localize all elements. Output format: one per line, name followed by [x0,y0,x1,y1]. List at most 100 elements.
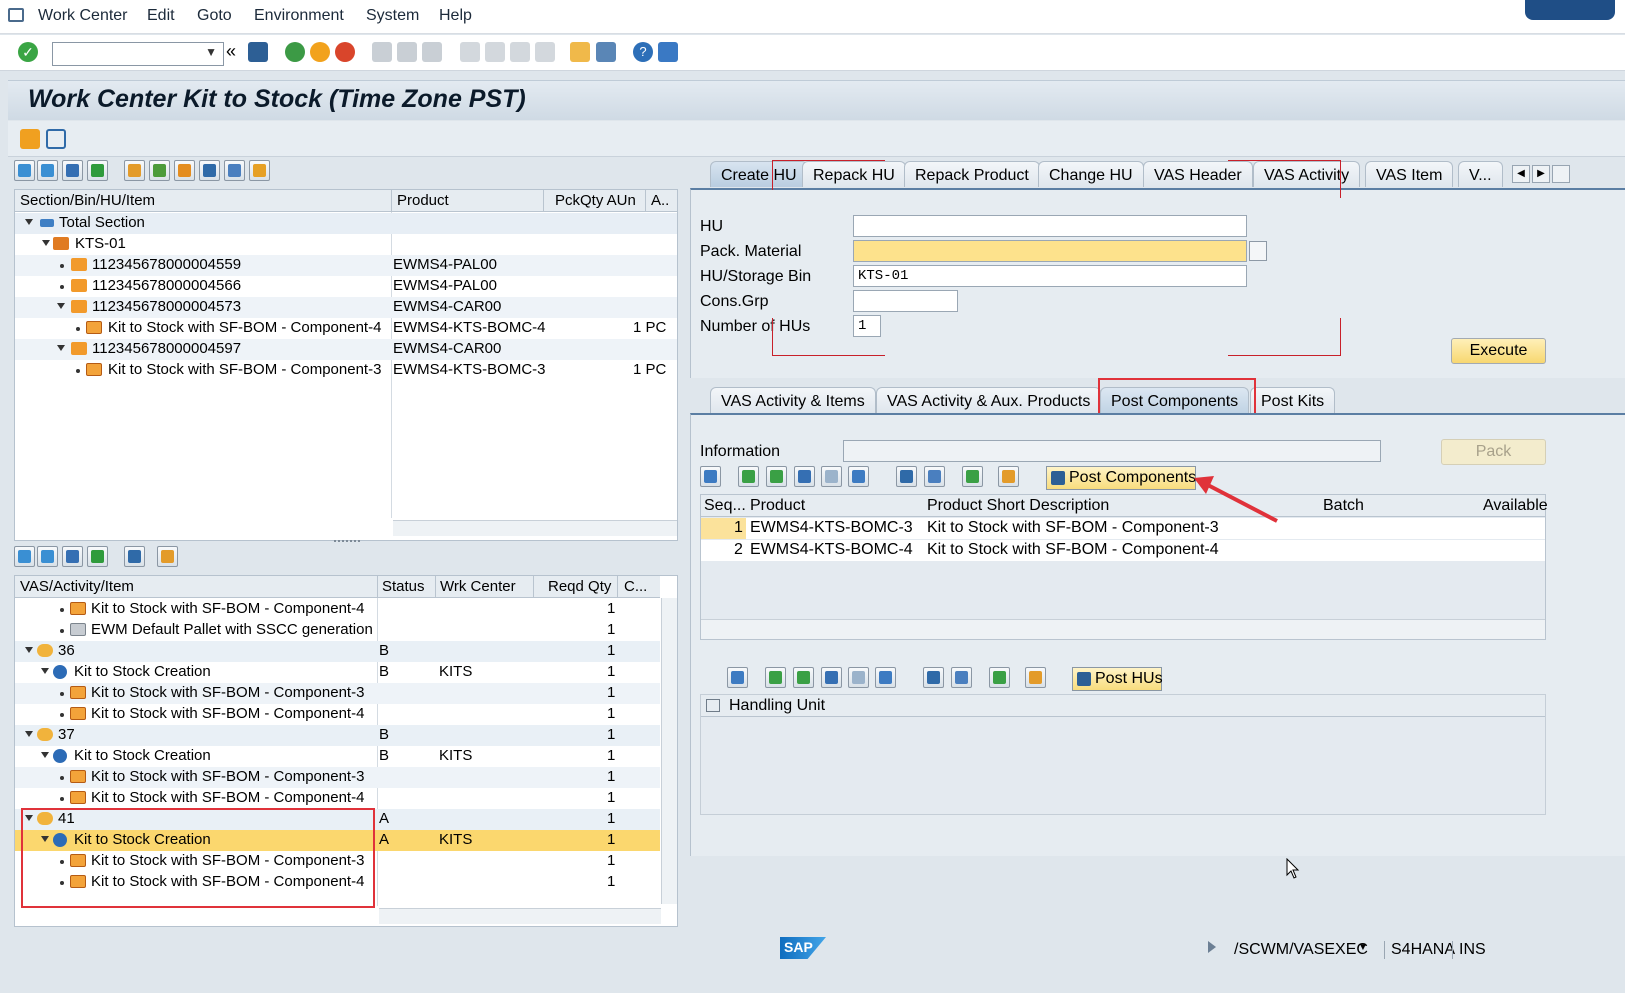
window-controls[interactable] [1525,0,1615,20]
refresh-icon[interactable] [20,129,40,149]
next-page-icon[interactable] [510,42,530,62]
shortcut-icon[interactable] [596,42,616,62]
menu-environment[interactable]: Environment [254,7,344,25]
tree-row[interactable]: Kit to Stock with SF-BOM - Component-3 1 [15,683,660,704]
expand-icon[interactable] [25,647,33,653]
col-status[interactable]: Status [382,578,425,595]
information-field[interactable] [843,440,1381,462]
layout-icon[interactable] [658,42,678,62]
expand-icon[interactable] [41,752,49,758]
execute-button[interactable]: Execute [1451,338,1546,364]
layout-icon[interactable] [124,160,145,181]
find-next-icon[interactable] [848,667,869,688]
tree-row[interactable]: 112345678000004597 EWMS4-CAR00 [15,339,677,360]
transaction-code[interactable]: /SCWM/VASEXEC [1234,941,1368,959]
col-seq[interactable]: Seq... [704,497,746,515]
exit-icon[interactable] [310,42,330,62]
menu-goto[interactable]: Goto [197,7,232,25]
tree-row[interactable]: 36 B 1 [15,641,660,662]
tab-vas-item[interactable]: VAS Item [1365,161,1454,187]
expand-icon[interactable] [42,240,50,246]
post-components-button[interactable]: Post Components [1046,466,1196,490]
collapse-all-icon[interactable] [37,160,58,181]
cons-grp-field[interactable] [853,290,958,312]
menu-edit[interactable]: Edit [147,7,175,25]
tree-row[interactable]: 37 B 1 [15,725,660,746]
pack-button[interactable]: Pack [1441,439,1546,465]
filter-icon[interactable] [875,667,896,688]
hu-field[interactable] [853,215,1247,237]
expand-icon[interactable] [41,668,49,674]
tree-row[interactable]: Kit to Stock Creation B KITS 1 [15,662,660,683]
views-icon[interactable] [924,466,945,487]
layout-icon[interactable] [998,466,1019,487]
chevron-down-icon[interactable]: ▼ [205,45,217,59]
prev-page-icon[interactable] [485,42,505,62]
vertical-scrollbar[interactable] [661,598,677,904]
col-product[interactable]: Product [750,497,805,515]
expand-icon[interactable] [57,303,65,309]
tree-row[interactable]: Kit to Stock with SF-BOM - Component-3 1 [15,767,660,788]
print-icon[interactable] [372,42,392,62]
back-icon[interactable] [285,42,305,62]
filter-icon[interactable] [848,466,869,487]
save-icon[interactable] [248,42,268,62]
horizontal-scrollbar[interactable] [393,520,677,536]
delete-icon[interactable] [224,160,245,181]
tab-repack-hu[interactable]: Repack HU [802,161,906,187]
col-reqd-qty[interactable]: Reqd Qty [548,578,611,595]
col-a[interactable]: A.. [651,192,669,209]
col-batch[interactable]: Batch [1323,497,1364,515]
details-icon[interactable] [700,466,721,487]
move-icon[interactable] [174,160,195,181]
tree-row[interactable]: Kit to Stock with SF-BOM - Component-4 E… [15,318,677,339]
col-c[interactable]: C... [624,578,647,595]
find-icon[interactable] [794,466,815,487]
find-icon[interactable] [397,42,417,62]
find-icon[interactable] [62,160,83,181]
menu-help[interactable]: Help [439,7,472,25]
horizontal-scrollbar[interactable] [379,908,661,924]
unpack-icon[interactable] [249,160,270,181]
export-icon[interactable] [989,667,1010,688]
details-icon[interactable] [727,667,748,688]
tab-create-hu[interactable]: Create HU [710,161,808,187]
new-session-icon[interactable] [570,42,590,62]
tree-row[interactable]: EWM Default Pallet with SSCC generation 1 [15,620,660,641]
tree-row[interactable]: 112345678000004573 EWMS4-CAR00 [15,297,677,318]
tree-row[interactable]: Kit to Stock with SF-BOM - Component-3 E… [15,360,677,381]
tree-row[interactable]: 112345678000004566 EWMS4-PAL00 [15,276,677,297]
collapse-icon[interactable]: « [226,42,246,62]
find-next-icon[interactable] [821,466,842,487]
table-row[interactable]: 2 EWMS4-KTS-BOMC-4 Kit to Stock with SF-… [701,540,1545,561]
export-icon[interactable] [962,466,983,487]
layout-icon[interactable] [1025,667,1046,688]
col-vas-activity[interactable]: VAS/Activity/Item [20,578,134,595]
last-page-icon[interactable] [535,42,555,62]
sort-ascending-icon[interactable] [765,667,786,688]
number-of-hus-field[interactable]: 1 [853,315,881,337]
sort-descending-icon[interactable] [793,667,814,688]
sum-icon[interactable] [87,546,108,567]
value-help-icon[interactable] [1249,241,1267,261]
command-field[interactable]: ▼ [52,42,224,66]
find-icon[interactable] [821,667,842,688]
print-icon[interactable] [923,667,944,688]
pack-icon[interactable] [149,160,170,181]
expand-icon[interactable] [25,219,33,225]
collapse-all-icon[interactable] [37,546,58,567]
col-short-description[interactable]: Product Short Description [927,497,1109,515]
expand-all-icon[interactable] [14,160,35,181]
post-hus-button[interactable]: Post HUs [1072,667,1163,691]
tab-vas-activity-aux[interactable]: VAS Activity & Aux. Products [876,387,1102,413]
tree-row[interactable]: KTS-01 [15,234,677,255]
print-icon[interactable] [199,160,220,181]
menu-work-center[interactable]: Work Center [38,7,128,25]
tree-row[interactable]: Kit to Stock with SF-BOM - Component-4 1 [15,599,660,620]
table-row[interactable]: 1 EWMS4-KTS-BOMC-3 Kit to Stock with SF-… [701,518,1545,539]
splitter[interactable] [678,160,686,930]
enter-icon[interactable]: ✓ [18,42,38,62]
tree-row[interactable]: Total Section [15,213,677,234]
col-wrk-center[interactable]: Wrk Center [440,578,516,595]
col-available[interactable]: Available [1483,497,1548,515]
